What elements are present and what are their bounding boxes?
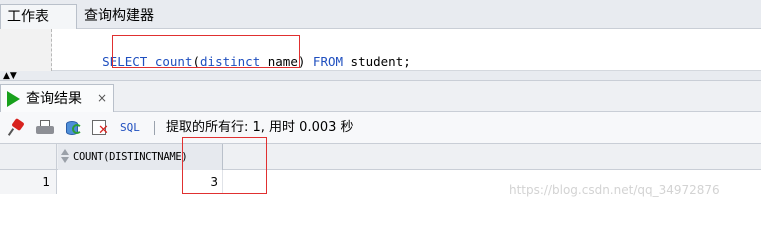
row-number: 1 [0,170,57,194]
tab-query-result[interactable]: 查询结果 × [0,84,114,112]
code-highlight-box [112,35,300,68]
fetch-status: 提取的所有行: 1, 用时 0.003 秒 [166,120,354,135]
code-table-name: student; [343,54,411,69]
result-grid: COUNT(DISTINCTNAME) 1 3 [0,144,761,210]
watermark: https://blog.csdn.net/qq_34972876 [509,183,720,197]
close-icon[interactable]: × [97,91,107,105]
sql-button[interactable]: SQL [120,121,140,134]
collapse-arrows-icon[interactable]: ▲▼ [3,71,17,81]
result-tab-label: 查询结果 [26,91,82,107]
pin-icon[interactable] [7,117,26,136]
toolbar-divider [154,121,155,135]
sort-icon[interactable] [61,148,69,165]
keyword-from: FROM [312,54,344,69]
run-icon [7,91,20,107]
tab-query-builder[interactable]: 查询构建器 [78,4,160,29]
editor-tab-bar: 工作表 查询构建器 [0,0,761,29]
column-header-label: COUNT(DISTINCTNAME) [73,151,188,163]
export-icon[interactable]: ✕ [92,120,110,137]
result-toolbar: ✕ SQL 提取的所有行: 1, 用时 0.003 秒 [0,112,761,144]
code-line: SELECT count(distinct name) FROM student… [0,35,761,69]
grid-corner [0,144,57,170]
result-tab-bar: 查询结果 × [0,81,761,112]
refresh-icon[interactable] [64,120,82,136]
tab-worksheet[interactable]: 工作表 [0,4,77,29]
print-icon[interactable] [36,120,54,136]
grid-header: COUNT(DISTINCTNAME) [0,144,761,170]
result-highlight-box [182,137,267,194]
pane-splitter[interactable]: ▲▼ [0,71,761,81]
sql-editor[interactable]: SELECT count(distinct name) FROM student… [0,29,761,71]
